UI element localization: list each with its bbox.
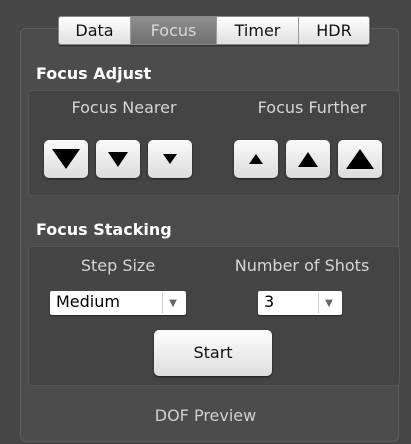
tab-focus[interactable]: Focus <box>131 17 217 44</box>
chevron-down-icon: ▼ <box>162 293 183 313</box>
focus-nearer-small-button[interactable] <box>148 140 192 178</box>
medium-down-arrow-icon <box>108 151 128 167</box>
small-up-arrow-icon <box>249 154 263 164</box>
step-size-label: Step Size <box>80 256 156 275</box>
start-button[interactable]: Start <box>154 330 272 376</box>
number-of-shots-select[interactable]: 3 ▼ <box>258 291 342 315</box>
large-up-arrow-icon <box>346 149 374 169</box>
tab-bar: Data Focus Timer HDR <box>58 16 370 45</box>
focus-nearer-large-button[interactable] <box>44 140 88 178</box>
focus-stacking-title: Focus Stacking <box>36 220 172 239</box>
focus-further-label: Focus Further <box>257 98 367 117</box>
focus-further-medium-button[interactable] <box>286 140 330 178</box>
focus-nearer-label: Focus Nearer <box>71 98 177 117</box>
chevron-down-icon: ▼ <box>318 293 339 313</box>
medium-up-arrow-icon <box>298 151 318 167</box>
step-size-value: Medium <box>56 292 120 311</box>
focus-further-small-button[interactable] <box>234 140 278 178</box>
tab-hdr[interactable]: HDR <box>299 17 369 44</box>
number-of-shots-value: 3 <box>264 292 275 311</box>
focus-further-large-button[interactable] <box>338 140 382 178</box>
tab-timer[interactable]: Timer <box>217 17 299 44</box>
tab-data[interactable]: Data <box>59 17 131 44</box>
number-of-shots-label: Number of Shots <box>234 256 370 275</box>
small-down-arrow-icon <box>163 154 177 164</box>
step-size-select[interactable]: Medium ▼ <box>50 291 186 315</box>
focus-nearer-medium-button[interactable] <box>96 140 140 178</box>
dof-preview-label[interactable]: DOF Preview <box>0 406 411 425</box>
focus-adjust-title: Focus Adjust <box>36 64 152 83</box>
large-down-arrow-icon <box>52 149 80 169</box>
